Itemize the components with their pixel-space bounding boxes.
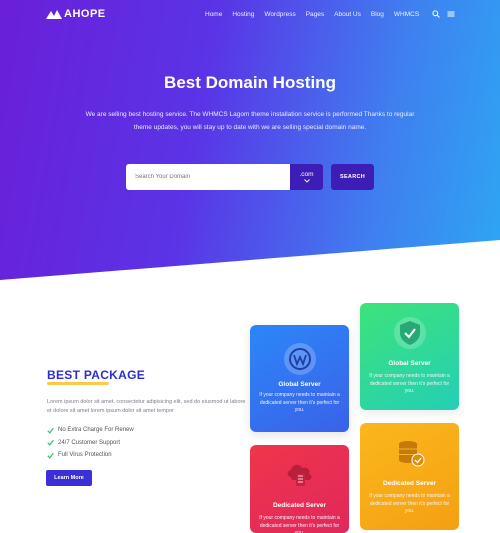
card-text: If your company needs to maintain a dedi… [369,493,450,514]
card-text: If your company needs to maintain a dedi… [369,373,450,394]
top-nav: AHOPE Home Hosting Wordpress Pages About… [0,0,500,28]
check-icon [47,440,54,446]
hero-section: AHOPE Home Hosting Wordpress Pages About… [0,0,500,280]
feature-item: No Extra Charge For Renew [47,424,134,437]
nav-item-about[interactable]: About Us [334,11,361,18]
card-title: Dedicated Server [382,480,437,487]
feature-list: No Extra Charge For Renew 24/7 Customer … [47,424,134,462]
card-text: If your company needs to maintain a dedi… [259,392,340,413]
feature-label: No Extra Charge For Renew [58,427,134,434]
chevron-down-icon [303,179,310,183]
nav-item-whmcs[interactable]: WHMCS [394,11,419,18]
check-icon [47,427,54,434]
search-button[interactable]: SEARCH [331,164,374,190]
logo-icon [46,10,62,19]
domain-search-input[interactable] [126,164,290,190]
main-menu: Home Hosting Wordpress Pages About Us Bl… [205,11,419,18]
database-check-icon [398,441,424,467]
card-title: Global Server [278,381,321,388]
menu-icon[interactable] [447,10,455,18]
tld-select[interactable]: .com [290,164,323,190]
feature-item: Full Virus Protection [47,449,134,462]
hero-subtitle: We are selling best hosting service. The… [85,111,415,131]
feature-item: 24/7 Customer Support [47,437,134,450]
service-card[interactable]: Dedicated Server If your company needs t… [360,423,459,530]
shield-check-icon [393,317,426,349]
tld-value: .com [299,171,314,178]
check-icon [47,452,54,459]
service-card[interactable]: Dedicated Server If your company needs t… [250,445,349,533]
card-text: If your company needs to maintain a dedi… [259,515,340,533]
hero-title: Best Domain Hosting [164,73,336,92]
service-card[interactable]: Global Server If your company needs to m… [250,325,349,432]
feature-label: Full Virus Protection [58,452,112,459]
learn-more-button[interactable]: Learn More [46,470,92,486]
feature-label: 24/7 Customer Support [58,439,121,446]
nav-item-wordpress[interactable]: Wordpress [264,11,295,18]
cloud-server-icon [287,464,312,486]
logo[interactable]: AHOPE [46,8,106,20]
logo-text: AHOPE [64,8,106,20]
nav-item-hosting[interactable]: Hosting [232,11,254,18]
domain-search: .com SEARCH [126,164,374,190]
service-card[interactable]: Global Server If your company needs to m… [360,303,459,410]
card-title: Global Server [388,360,431,367]
nav-item-blog[interactable]: Blog [371,11,384,18]
card-title: Dedicated Server [272,502,327,509]
wordpress-icon [283,343,316,375]
nav-item-home[interactable]: Home [205,11,222,18]
section-title: BEST PACKAGE [47,368,146,382]
search-icon[interactable] [432,10,440,18]
nav-item-pages[interactable]: Pages [306,11,324,18]
title-underline [47,382,109,385]
section-description: Lorem ipsum dolor sit amet, consectetur … [47,399,246,414]
